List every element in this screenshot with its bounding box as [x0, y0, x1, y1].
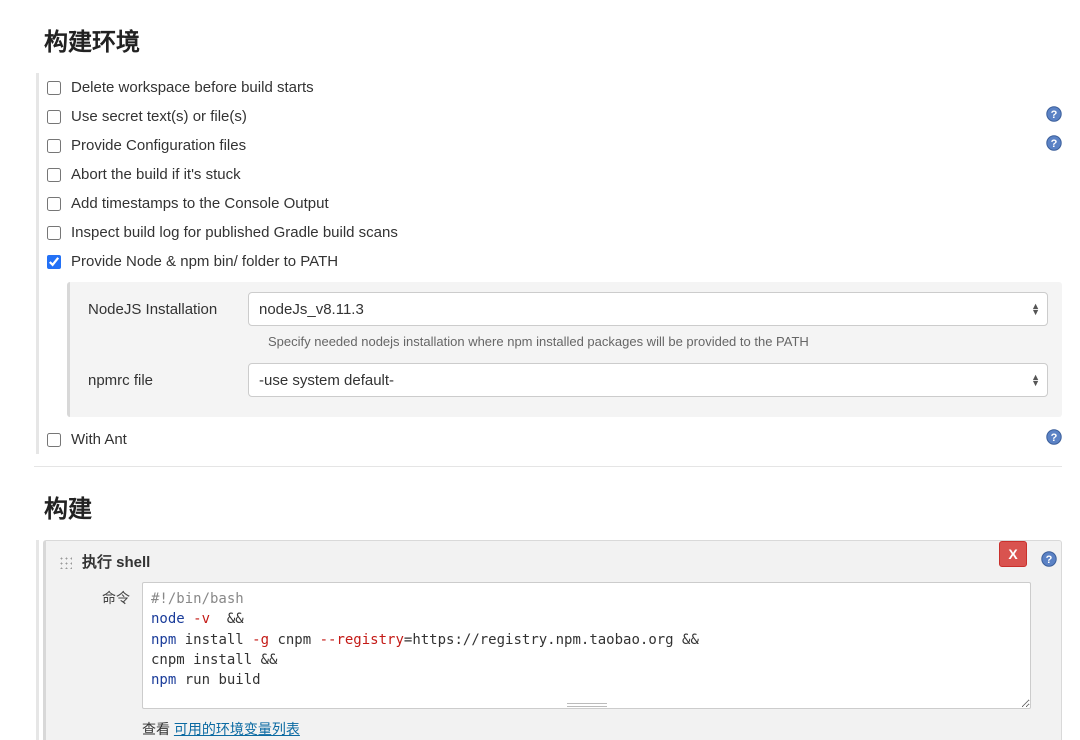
link-env-vars[interactable]: 可用的环境变量列表 — [174, 721, 300, 737]
label-with-ant[interactable]: With Ant — [71, 431, 127, 448]
help-icon[interactable]: ? — [1046, 135, 1062, 151]
label-node-path[interactable]: Provide Node & npm bin/ folder to PATH — [71, 253, 338, 270]
svg-text:?: ? — [1051, 109, 1058, 121]
section-title-build: 构建 — [44, 489, 1062, 524]
opt-with-ant: With Ant ? — [43, 425, 1062, 454]
label-node-installation: NodeJS Installation — [78, 301, 248, 318]
label-npmrc-file: npmrc file — [78, 372, 248, 389]
step-body: 命令 #!/bin/bash node -v && npm install -g… — [46, 582, 1061, 740]
env-options: Delete workspace before build starts Use… — [36, 73, 1062, 454]
build-step-shell: X ? 执行 shell 命令 #!/bin/bash node -v && n… — [43, 540, 1062, 740]
help-icon[interactable]: ? — [1046, 429, 1062, 445]
opt-delete-workspace: Delete workspace before build starts — [43, 73, 1062, 102]
select-node-installation[interactable]: nodeJs_v8.11.3 — [248, 292, 1048, 326]
select-npmrc-file[interactable]: -use system default- — [248, 363, 1048, 397]
checkbox-delete-workspace[interactable] — [47, 81, 61, 95]
svg-text:?: ? — [1051, 432, 1058, 444]
opt-abort-stuck: Abort the build if it's stuck — [43, 160, 1062, 189]
opt-gradle-scans: Inspect build log for published Gradle b… — [43, 218, 1062, 247]
checkbox-abort-stuck[interactable] — [47, 168, 61, 182]
desc-node-installation: Specify needed nodejs installation where… — [268, 334, 1048, 349]
checkbox-gradle-scans[interactable] — [47, 226, 61, 240]
help-icon[interactable]: ? — [1046, 106, 1062, 122]
env-vars-note: 查看 可用的环境变量列表 — [142, 719, 1031, 739]
checkbox-with-ant[interactable] — [47, 433, 61, 447]
opt-node-path: Provide Node & npm bin/ folder to PATH — [43, 247, 1062, 276]
label-use-secret[interactable]: Use secret text(s) or file(s) — [71, 108, 247, 125]
label-gradle-scans[interactable]: Inspect build log for published Gradle b… — [71, 224, 398, 241]
node-subpanel: NodeJS Installation nodeJs_v8.11.3 ▲▼ Sp… — [67, 282, 1062, 417]
checkbox-use-secret[interactable] — [47, 110, 61, 124]
drag-handle-icon[interactable] — [58, 555, 72, 569]
label-timestamps[interactable]: Add timestamps to the Console Output — [71, 195, 329, 212]
row-node-installation: NodeJS Installation nodeJs_v8.11.3 ▲▼ — [78, 292, 1048, 326]
label-delete-workspace[interactable]: Delete workspace before build starts — [71, 79, 314, 96]
label-provide-config[interactable]: Provide Configuration files — [71, 137, 246, 154]
label-command: 命令 — [64, 582, 142, 740]
divider — [34, 466, 1062, 467]
svg-text:?: ? — [1051, 138, 1058, 150]
build-steps: X ? 执行 shell 命令 #!/bin/bash node -v && n… — [36, 540, 1062, 740]
resize-handle[interactable] — [567, 703, 607, 707]
step-title: 执行 shell — [82, 551, 150, 572]
checkbox-timestamps[interactable] — [47, 197, 61, 211]
textarea-command[interactable]: #!/bin/bash node -v && npm install -g cn… — [142, 582, 1031, 709]
opt-timestamps: Add timestamps to the Console Output — [43, 189, 1062, 218]
row-npmrc-file: npmrc file -use system default- ▲▼ — [78, 363, 1048, 397]
opt-use-secret: Use secret text(s) or file(s) ? — [43, 102, 1062, 131]
opt-provide-config: Provide Configuration files ? — [43, 131, 1062, 160]
close-button[interactable]: X — [999, 541, 1027, 567]
section-title-env: 构建环境 — [44, 22, 1062, 57]
checkbox-node-path[interactable] — [47, 255, 61, 269]
help-icon[interactable]: ? — [1041, 551, 1057, 567]
svg-text:?: ? — [1046, 554, 1053, 566]
label-abort-stuck[interactable]: Abort the build if it's stuck — [71, 166, 241, 183]
checkbox-provide-config[interactable] — [47, 139, 61, 153]
step-header: 执行 shell — [46, 541, 1061, 582]
